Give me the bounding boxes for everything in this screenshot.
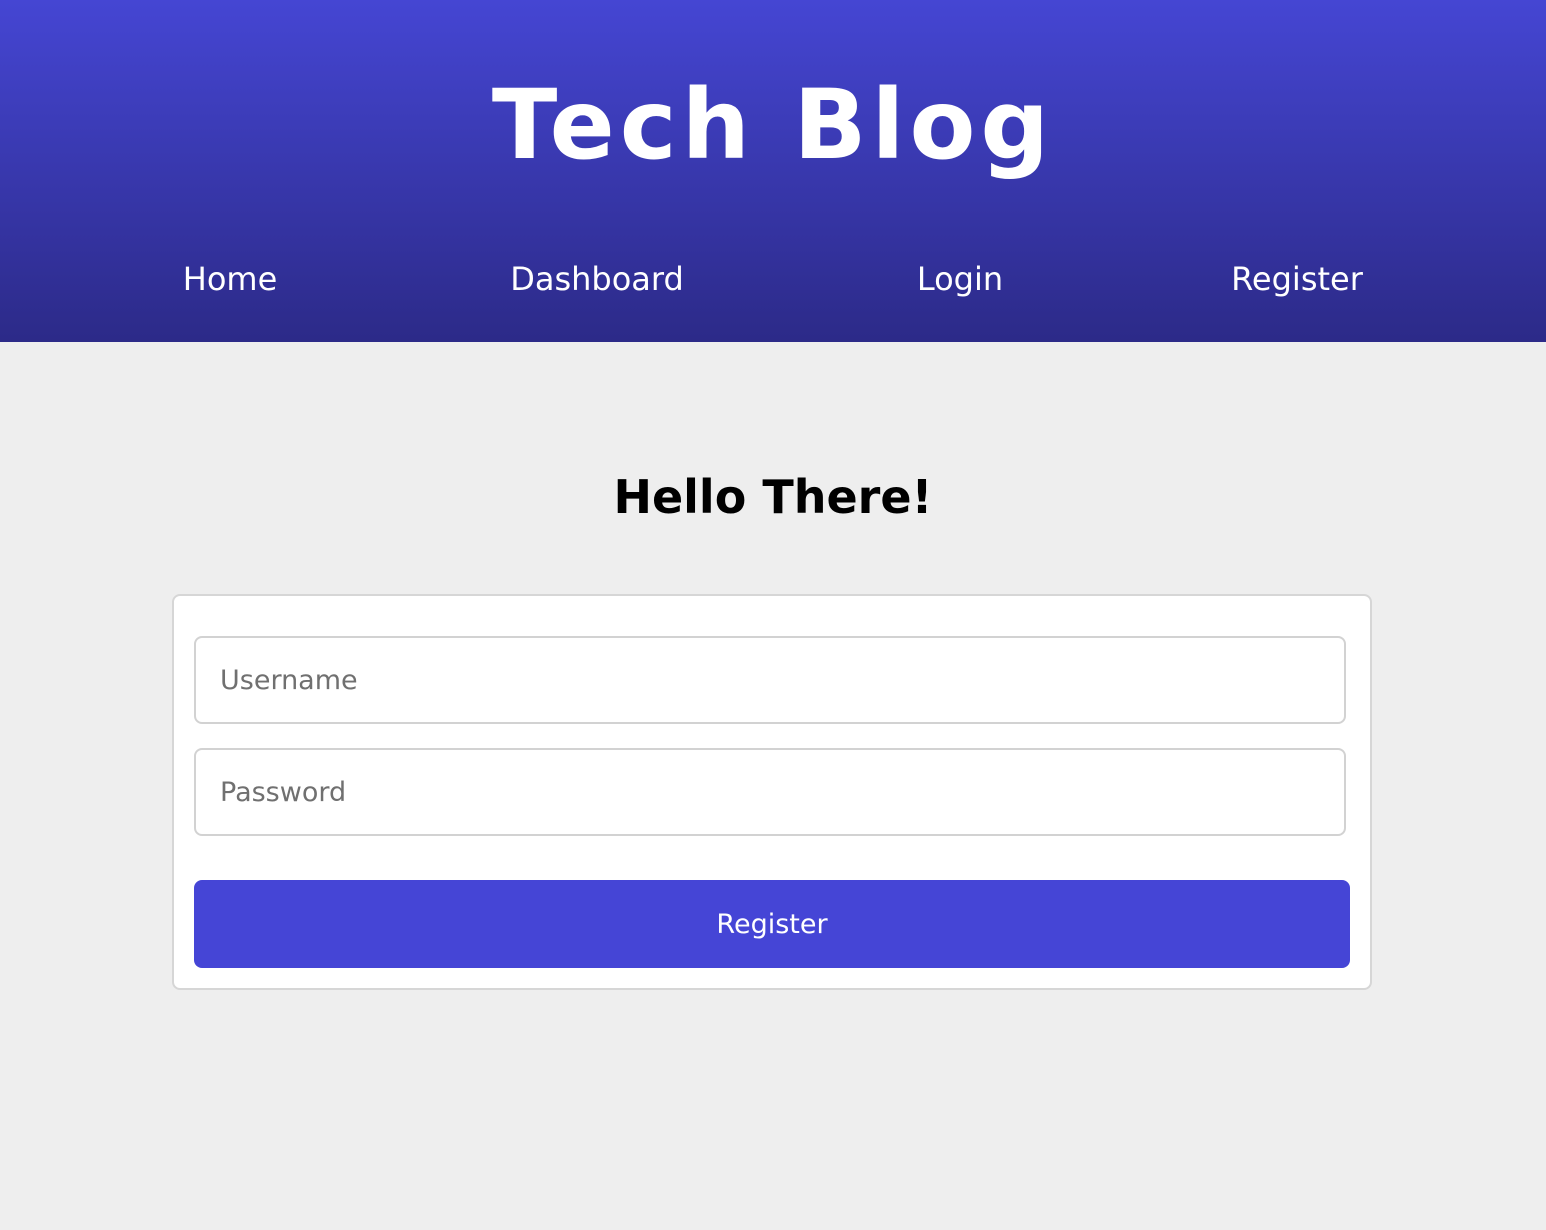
nav-link-login[interactable]: Login [917, 256, 1003, 302]
password-input[interactable] [194, 748, 1346, 836]
main-nav: Home Dashboard Login Register [0, 256, 1546, 302]
site-header: Tech Blog Home Dashboard Login Register [0, 0, 1546, 342]
page-heading: Hello There! [613, 470, 933, 524]
nav-link-dashboard[interactable]: Dashboard [510, 256, 684, 302]
site-title: Tech Blog [491, 69, 1055, 181]
nav-link-home[interactable]: Home [183, 256, 278, 302]
register-form: Register [172, 594, 1372, 990]
nav-link-register[interactable]: Register [1231, 256, 1363, 302]
username-input[interactable] [194, 636, 1346, 724]
register-button[interactable]: Register [194, 880, 1350, 968]
